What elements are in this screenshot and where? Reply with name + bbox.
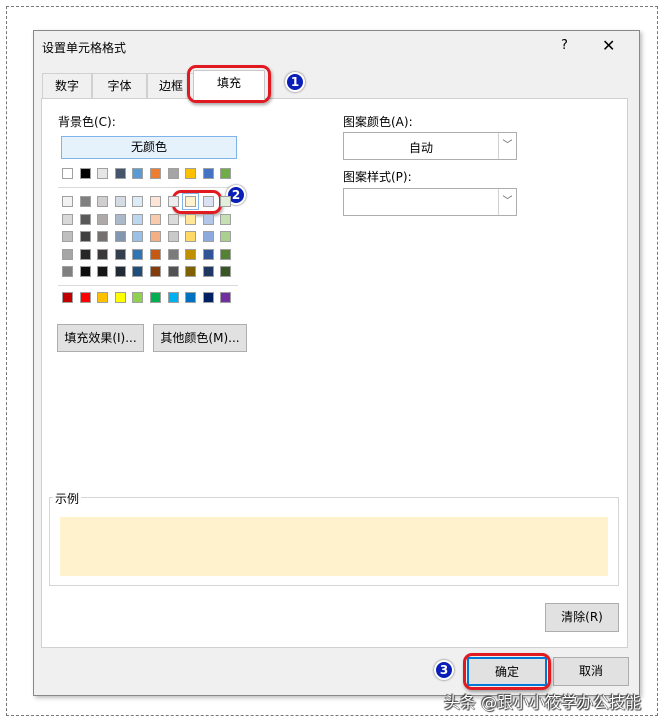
color-swatch[interactable] (167, 168, 179, 179)
color-swatch[interactable] (79, 213, 91, 225)
sample-preview (60, 517, 608, 576)
color-swatch[interactable] (62, 168, 73, 179)
annotation-badge-1: 1 (285, 72, 305, 92)
color-swatch[interactable] (185, 231, 197, 242)
color-swatch[interactable] (220, 196, 232, 207)
color-swatch[interactable] (114, 248, 126, 260)
color-swatch[interactable] (114, 196, 126, 207)
color-swatch[interactable] (202, 168, 214, 179)
tab-font[interactable]: 字体 (92, 73, 147, 99)
color-swatch[interactable] (97, 213, 109, 225)
palette-divider (58, 285, 238, 286)
color-swatch[interactable] (62, 231, 73, 242)
color-swatch[interactable] (150, 248, 161, 260)
color-swatch[interactable] (150, 196, 161, 207)
fill-effects-button[interactable]: 填充效果(I)... (57, 324, 144, 352)
color-swatch[interactable] (132, 248, 144, 260)
color-swatch[interactable] (97, 266, 109, 277)
color-swatch-selected[interactable] (182, 193, 200, 210)
annotation-highlight-ok (463, 653, 551, 690)
color-swatch[interactable] (97, 196, 109, 207)
pattern-color-value: 自动 (408, 141, 433, 155)
color-swatch[interactable] (114, 266, 126, 277)
pattern-style-dropdown[interactable]: ﹀ (343, 188, 517, 216)
clear-button[interactable]: 清除(R) (545, 603, 619, 632)
color-swatch[interactable] (79, 248, 91, 260)
pattern-color-dropdown[interactable]: 自动 ﹀ (343, 132, 517, 160)
more-colors-button[interactable]: 其他颜色(M)... (153, 324, 247, 352)
color-swatch[interactable] (97, 292, 109, 303)
color-swatch[interactable] (97, 248, 109, 260)
color-swatch[interactable] (220, 168, 232, 179)
color-swatch[interactable] (185, 292, 197, 303)
color-swatch[interactable] (220, 231, 232, 242)
color-swatch[interactable] (220, 213, 232, 225)
color-swatch[interactable] (167, 196, 179, 207)
color-swatch[interactable] (79, 168, 91, 179)
color-swatch[interactable] (185, 213, 197, 225)
color-swatch[interactable] (132, 292, 144, 303)
color-swatch[interactable] (114, 213, 126, 225)
close-button[interactable]: ✕ (602, 36, 615, 55)
pattern-color-label: 图案颜色(A): (343, 115, 413, 129)
color-swatch[interactable] (97, 231, 109, 242)
watermark: 头条 @跟小小筱学办公技能 (444, 693, 642, 712)
color-swatch[interactable] (114, 231, 126, 242)
background-color-label: 背景色(C): (58, 115, 116, 129)
palette-divider (58, 187, 238, 188)
cancel-button[interactable]: 取消 (553, 657, 629, 686)
help-button[interactable]: ? (561, 38, 568, 53)
sample-label: 示例 (53, 490, 82, 507)
tab-number[interactable]: 数字 (42, 73, 92, 99)
chevron-down-icon: ﹀ (498, 189, 516, 215)
pattern-style-label: 图案样式(P): (343, 170, 412, 184)
color-swatch[interactable] (62, 266, 73, 277)
color-swatch[interactable] (167, 231, 179, 242)
color-swatch[interactable] (202, 196, 214, 207)
color-swatch[interactable] (185, 248, 197, 260)
color-swatch[interactable] (167, 266, 179, 277)
color-swatch[interactable] (202, 248, 214, 260)
color-swatch[interactable] (132, 266, 144, 277)
color-swatch[interactable] (185, 168, 197, 179)
color-swatch[interactable] (202, 266, 214, 277)
color-swatch[interactable] (62, 292, 73, 303)
tab-fill[interactable]: 填充 (193, 70, 265, 100)
dialog-title: 设置单元格格式 (42, 41, 127, 55)
color-swatch[interactable] (220, 266, 232, 277)
color-swatch[interactable] (220, 248, 232, 260)
color-swatch[interactable] (79, 231, 91, 242)
color-swatch[interactable] (62, 248, 73, 260)
annotation-highlight-swatch (172, 190, 222, 214)
no-color-button[interactable]: 无颜色 (61, 136, 237, 159)
color-swatch[interactable] (97, 168, 109, 179)
annotation-badge-3: 3 (434, 660, 454, 680)
color-swatch[interactable] (79, 266, 91, 277)
color-swatch[interactable] (202, 231, 214, 242)
color-swatch[interactable] (150, 168, 161, 179)
color-swatch[interactable] (62, 213, 73, 225)
color-swatch[interactable] (114, 292, 126, 303)
color-swatch[interactable] (150, 266, 161, 277)
color-swatch[interactable] (220, 292, 232, 303)
color-swatch[interactable] (167, 248, 179, 260)
chevron-down-icon: ﹀ (498, 133, 516, 159)
color-swatch[interactable] (132, 196, 144, 207)
color-swatch[interactable] (150, 231, 161, 242)
color-swatch[interactable] (167, 213, 179, 225)
color-swatch[interactable] (114, 168, 126, 179)
color-swatch[interactable] (62, 196, 73, 207)
color-swatch[interactable] (202, 213, 214, 225)
color-swatch[interactable] (150, 292, 161, 303)
color-swatch[interactable] (150, 213, 161, 225)
color-swatch[interactable] (202, 292, 214, 303)
color-swatch[interactable] (132, 168, 144, 179)
color-swatch[interactable] (185, 266, 197, 277)
color-swatch[interactable] (79, 196, 91, 207)
color-swatch[interactable] (79, 292, 91, 303)
color-swatch[interactable] (132, 213, 144, 225)
color-swatch[interactable] (132, 231, 144, 242)
color-swatch[interactable] (167, 292, 179, 303)
